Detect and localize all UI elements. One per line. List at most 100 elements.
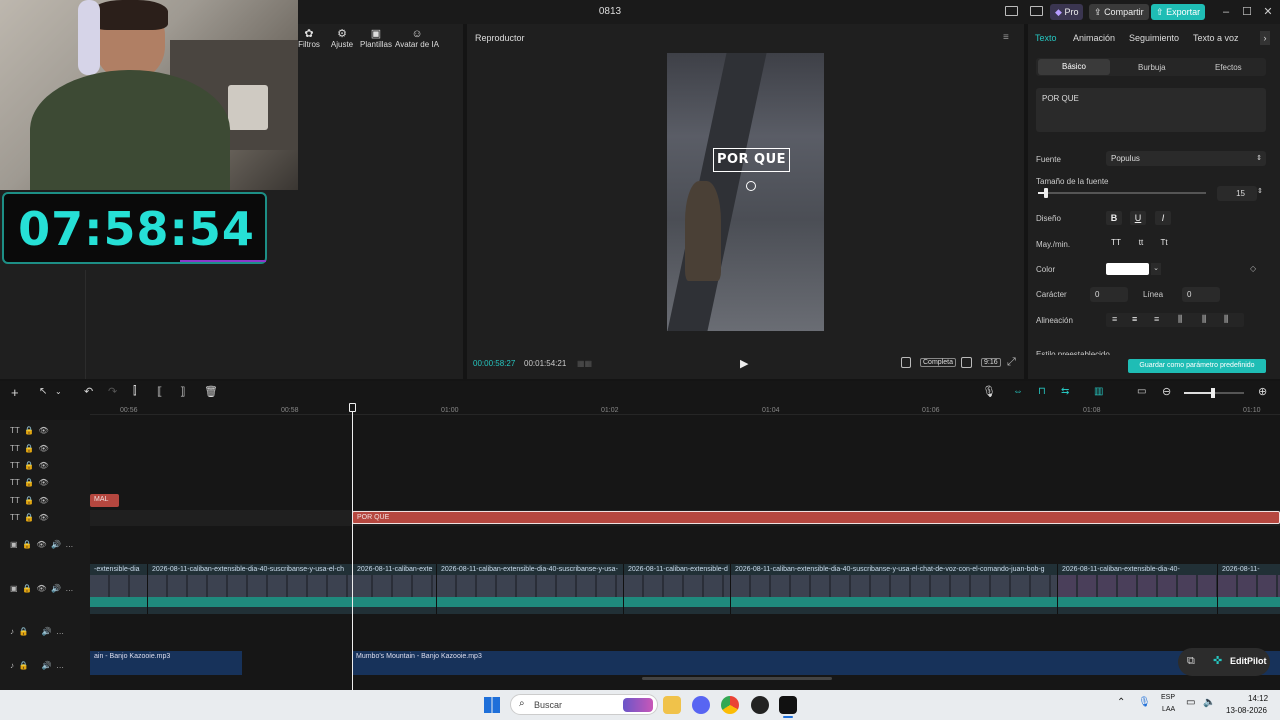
- video-clip[interactable]: 2026-08-11-caliban-extensible-dia-40-sus…: [731, 564, 1058, 614]
- line-spacing-input[interactable]: 0: [1182, 287, 1220, 302]
- redo-icon[interactable]: ↷: [108, 385, 117, 398]
- link-icon[interactable]: ⇔: [1013, 386, 1023, 397]
- select-icon[interactable]: ↖: [39, 386, 47, 397]
- color-swatch[interactable]: [1106, 263, 1149, 275]
- microphone-icon[interactable]: 🎙: [982, 385, 996, 398]
- delete-icon[interactable]: 🗑: [204, 385, 218, 398]
- font-size-stepper-icon[interactable]: ⇕: [1257, 187, 1263, 195]
- timeline-scrollbar[interactable]: [642, 677, 832, 680]
- pro-button[interactable]: ◆ Pro: [1050, 4, 1084, 20]
- zoom-in-icon[interactable]: ⊕: [1258, 385, 1267, 398]
- subtab-effects[interactable]: Efectos: [1215, 63, 1242, 72]
- font-size-slider-knob[interactable]: [1044, 188, 1049, 198]
- trim-left-icon[interactable]: ⟦: [157, 385, 162, 398]
- preview-axis-icon[interactable]: ▥: [1094, 386, 1103, 397]
- lowercase-button[interactable]: tt: [1133, 236, 1149, 250]
- volume-icon[interactable]: 🔈: [1203, 697, 1215, 708]
- font-select[interactable]: Populus ⇕: [1106, 151, 1266, 166]
- video-clip[interactable]: 2026-08-11-caliban-extensible-dia-40-sus…: [148, 564, 353, 614]
- obs-icon[interactable]: [751, 696, 769, 714]
- export-button[interactable]: ⇧ Exportar: [1151, 4, 1206, 20]
- align-vcenter-icon[interactable]: ⫼: [1202, 314, 1206, 325]
- layout-icon[interactable]: [1005, 6, 1018, 16]
- video-clip[interactable]: 2026-08-11-caliban-extensible-dia-40-: [1058, 564, 1218, 614]
- player-menu-icon[interactable]: ≡: [1003, 32, 1009, 43]
- text-input[interactable]: POR QUE: [1036, 88, 1266, 132]
- video-clip[interactable]: 2026-08-11-caliban-exte: [353, 564, 437, 614]
- lang-top[interactable]: ESP: [1161, 694, 1175, 701]
- ai-avatar-tool[interactable]: ☺ Avatar de IA: [390, 28, 444, 49]
- playhead[interactable]: [352, 403, 353, 690]
- maximize-icon[interactable]: ☐: [1239, 4, 1255, 20]
- editpilot-widget[interactable]: ⧉ ✜ EditPilot: [1178, 648, 1270, 676]
- tray-mic-icon[interactable]: 🎙: [1138, 697, 1151, 708]
- subtab-bubble[interactable]: Burbuja: [1138, 63, 1166, 72]
- tab-animation[interactable]: Animación: [1073, 33, 1115, 43]
- underline-button[interactable]: U: [1130, 211, 1146, 225]
- clipboard-icon[interactable]: ⧉: [1187, 655, 1195, 668]
- text-overlay-box[interactable]: POR QUE: [713, 148, 790, 172]
- titlecase-button[interactable]: Tt: [1156, 236, 1172, 250]
- add-icon[interactable]: +: [11, 385, 19, 400]
- minimize-icon[interactable]: –: [1218, 4, 1234, 20]
- split-icon[interactable]: ⫿: [133, 385, 137, 398]
- font-size-input[interactable]: 15: [1217, 186, 1257, 201]
- select-dropdown-icon[interactable]: ⌄: [55, 387, 62, 396]
- discord-icon[interactable]: [692, 696, 710, 714]
- caption-icon[interactable]: ▭: [1137, 386, 1146, 397]
- tab-tracking[interactable]: Seguimiento: [1129, 33, 1179, 43]
- align-left-icon[interactable]: ≡: [1112, 314, 1117, 324]
- video-preview[interactable]: POR QUE: [667, 53, 824, 331]
- audio-clip[interactable]: Mumbo's Mountain - Banjo Kazooie.mp3: [352, 651, 1280, 675]
- italic-button[interactable]: I: [1155, 211, 1171, 225]
- snap-icon[interactable]: ⇆: [1061, 386, 1069, 397]
- taskbar-time[interactable]: 14:12: [1248, 694, 1268, 703]
- playhead-handle[interactable]: [349, 403, 356, 412]
- capcut-icon[interactable]: [779, 696, 797, 714]
- align-center-icon[interactable]: ≡: [1132, 314, 1137, 324]
- align-vtop-icon[interactable]: ⫼: [1178, 314, 1182, 325]
- zoom-slider-knob[interactable]: [1211, 388, 1215, 398]
- shortcuts-icon[interactable]: [1030, 6, 1043, 16]
- save-preset-button[interactable]: Guardar como parámetro predefinido: [1128, 359, 1266, 373]
- align-right-icon[interactable]: ≡: [1154, 314, 1159, 324]
- video-clip[interactable]: 2026-08-11-: [1218, 564, 1280, 614]
- align-vbottom-icon[interactable]: ⫼: [1224, 314, 1228, 325]
- audio-clip[interactable]: ain - Banjo Kazooie.mp3: [90, 651, 242, 675]
- share-button[interactable]: ⇪ Compartir: [1089, 4, 1149, 20]
- undo-icon[interactable]: ↶: [84, 385, 93, 398]
- subtab-basic[interactable]: Básico: [1038, 59, 1110, 75]
- tab-text[interactable]: Texto: [1035, 33, 1057, 43]
- text-clip[interactable]: MAL: [90, 494, 119, 507]
- char-spacing-input[interactable]: 0: [1090, 287, 1128, 302]
- video-clip[interactable]: -extensible-dia: [90, 564, 148, 614]
- lang-bottom[interactable]: LAA: [1162, 706, 1175, 713]
- view-mode-button[interactable]: Completa: [920, 358, 956, 367]
- trim-right-icon[interactable]: ⟧: [180, 385, 185, 398]
- tray-chevron-icon[interactable]: ⌃: [1117, 697, 1125, 708]
- video-clip[interactable]: 2026-08-11-caliban-extensible-d: [624, 564, 731, 614]
- video-clip[interactable]: 2026-08-11-caliban-extensible-dia-40-sus…: [437, 564, 624, 614]
- zoom-out-icon[interactable]: ⊖: [1162, 385, 1171, 398]
- bold-button[interactable]: B: [1106, 211, 1122, 225]
- chrome-icon[interactable]: [721, 696, 739, 714]
- rotate-handle-icon[interactable]: [746, 181, 756, 191]
- taskbar-date[interactable]: 13-08-2026: [1226, 706, 1267, 715]
- taskbar-search[interactable]: ⌕ Buscar: [510, 694, 658, 715]
- magnet-icon[interactable]: ⊓: [1038, 386, 1046, 397]
- font-size-slider[interactable]: [1038, 188, 1206, 198]
- tiktok-icon[interactable]: [901, 357, 911, 368]
- windows-start-icon[interactable]: [484, 697, 500, 713]
- tabs-next-icon[interactable]: ›: [1260, 31, 1270, 45]
- zoom-slider[interactable]: [1184, 388, 1244, 398]
- network-icon[interactable]: ▭: [1186, 697, 1195, 708]
- tab-text-to-speech[interactable]: Texto a voz: [1193, 33, 1239, 43]
- fullscreen-icon[interactable]: ⤢: [1007, 356, 1016, 369]
- screenshot-icon[interactable]: [961, 357, 972, 368]
- keyframe-icon[interactable]: ◇: [1250, 264, 1256, 273]
- close-icon[interactable]: ✕: [1260, 4, 1276, 20]
- play-icon[interactable]: ▶: [740, 357, 748, 370]
- text-clip[interactable]: POR QUE: [352, 511, 1280, 524]
- file-explorer-icon[interactable]: [663, 696, 681, 714]
- color-dropdown-icon[interactable]: ⌄: [1151, 263, 1161, 275]
